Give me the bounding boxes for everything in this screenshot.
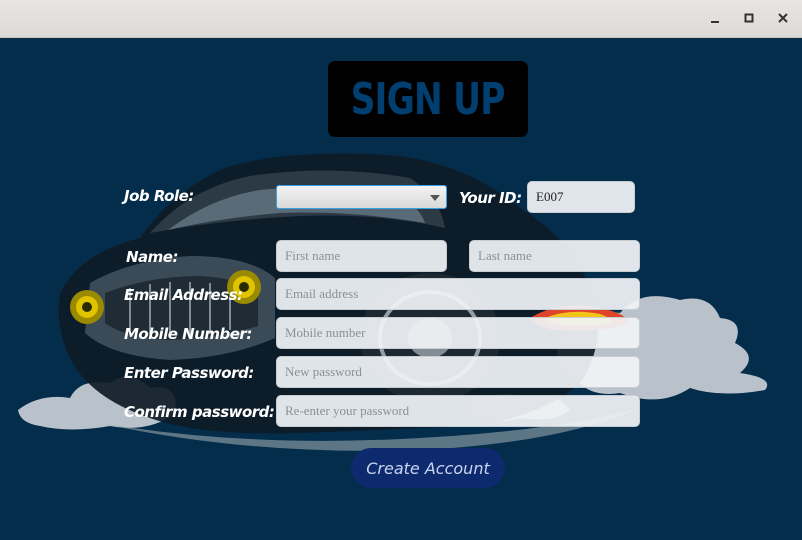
password-field[interactable] (276, 356, 640, 388)
email-field[interactable] (276, 278, 640, 310)
email-label: Email Address: (124, 286, 243, 304)
job-role-label: Job Role: (124, 187, 194, 205)
signup-panel: SIGN UP Job Role: Your ID: Name: Email A… (0, 38, 802, 540)
maximize-icon (744, 13, 754, 23)
last-name-field[interactable] (469, 240, 640, 272)
create-account-button[interactable]: Create Account (351, 448, 505, 488)
mobile-number-label: Mobile Number: (124, 325, 252, 343)
page-title: SIGN UP (351, 73, 506, 125)
your-id-field[interactable] (527, 181, 635, 213)
name-label: Name: (126, 248, 178, 266)
enter-password-label: Enter Password: (124, 364, 254, 382)
close-button[interactable] (774, 9, 792, 27)
dropdown-arrow-icon (430, 195, 440, 201)
confirm-password-label: Confirm password: (124, 403, 275, 421)
mobile-number-field[interactable] (276, 317, 640, 349)
your-id-label: Your ID: (459, 189, 522, 207)
minimize-icon (711, 21, 719, 23)
confirm-password-field[interactable] (276, 395, 640, 427)
first-name-field[interactable] (276, 240, 447, 272)
job-role-select[interactable] (276, 185, 447, 209)
close-icon (778, 13, 788, 23)
minimize-button[interactable] (706, 9, 724, 27)
sign-up-logo: SIGN UP (328, 61, 528, 137)
title-bar (0, 0, 802, 38)
maximize-button[interactable] (740, 9, 758, 27)
